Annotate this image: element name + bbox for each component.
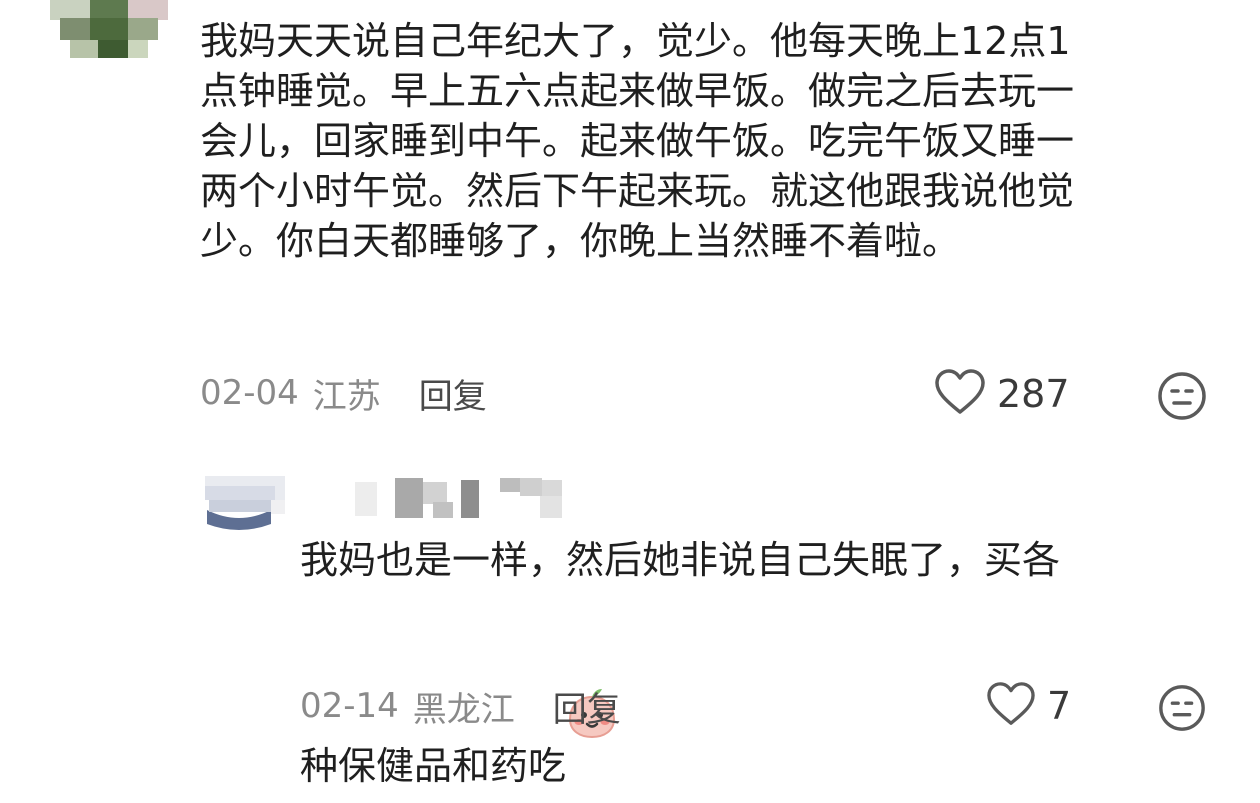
comment-line: 我妈天天说自己年纪大了，觉少。他每天晚上12点1 [200,19,1071,63]
comment-text: 我妈也是一样，然后她非说自己失眠了，买各 种保健品和药吃 [300,535,1200,791]
comment-location: 江苏 [312,376,381,417]
comment-date: 02-04 [200,373,299,413]
heart-outline-icon [985,681,1037,731]
like-button[interactable]: 7 [985,681,1072,731]
comment-line: 两个小时午觉。然后下午起来玩。就这他跟我说他觉 [200,169,1075,213]
dislike-button[interactable] [1156,683,1208,733]
like-count: 287 [997,372,1070,416]
comment-meta: 02-14 黑龙江 回复 [300,682,621,731]
avatar[interactable] [50,0,168,60]
comment-line: 会儿，回家睡到中午。起来做午饭。吃完午饭又睡一 [200,119,1075,163]
comment-line: 少。你白天都睡够了，你晚上当然睡不着啦。 [200,219,961,263]
avatar[interactable] [205,476,285,532]
comment-line: 点钟睡觉。早上五六点起来做早饭。做完之后去玩一 [200,69,1075,113]
heart-outline-icon [933,368,987,420]
comment-location: 黑龙江 [412,689,515,730]
like-button[interactable]: 287 [933,368,1070,420]
reply-button[interactable]: 回复 [553,682,621,731]
comment-line: 我妈也是一样，然后她非说自己失眠了，买各 [300,538,1061,582]
comment-date: 02-14 [300,686,399,726]
comment-meta: 02-04 江苏 回复 [200,368,487,418]
neutral-face-icon [1159,685,1205,731]
dislike-button[interactable] [1156,370,1208,422]
username-mosaic[interactable] [355,476,570,521]
reply-button[interactable]: 回复 [419,369,487,418]
peach-face-emoji-icon [566,585,618,739]
like-count: 7 [1047,684,1072,728]
comment-text: 我妈天天说自己年纪大了，觉少。他每天晚上12点1 点钟睡觉。早上五六点起来做早饭… [200,16,1210,266]
neutral-face-icon [1158,372,1206,420]
comment-line-text: 种保健品和药吃 [300,744,567,788]
